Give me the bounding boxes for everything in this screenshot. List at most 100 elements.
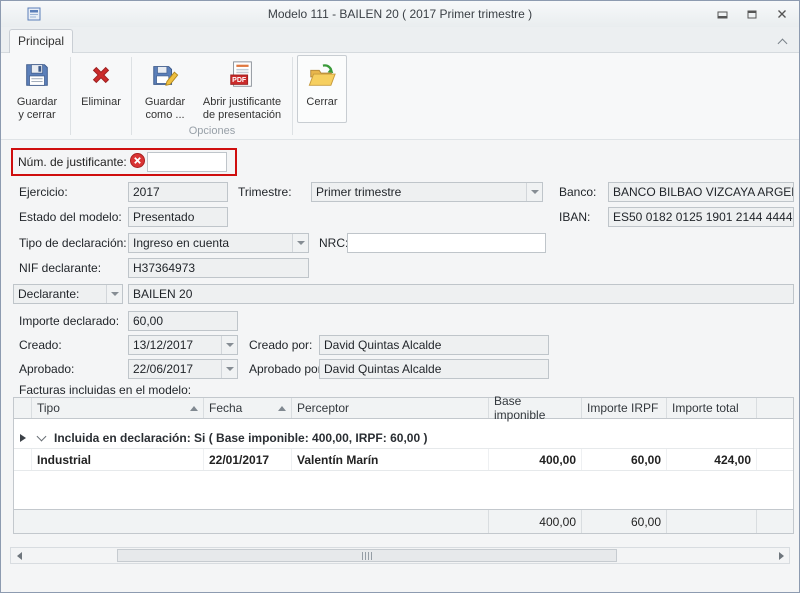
nif-label: NIF declarante: [19,258,101,278]
dropdown-arrow-icon[interactable] [292,234,308,252]
restore-button[interactable] [741,5,763,23]
close-button[interactable] [771,5,793,23]
sort-asc-icon [190,406,198,411]
scroll-right-button[interactable] [773,548,789,563]
save-as-icon [150,60,180,93]
tipo-declaracion-combo[interactable]: Ingreso en cuenta [128,233,309,253]
creado-por-field[interactable]: David Quintas Alcalde [319,335,549,355]
cell-perceptor[interactable]: Valentín Marín [292,449,489,470]
dropdown-arrow-icon[interactable] [526,183,542,201]
grid-header-total[interactable]: Importe total [667,398,757,418]
creado-label: Creado: [19,335,62,355]
ribbon-group-label: Opciones [135,124,289,139]
cell-filler [757,449,793,470]
collapse-group-icon[interactable] [37,431,47,441]
delete-label: Eliminar [81,96,121,109]
declarante-selector[interactable]: Declarante: [13,284,123,304]
grid-header-base[interactable]: Base imponible [489,398,582,418]
facturas-grid: Tipo Fecha Perceptor Base imponible Impo… [13,397,794,534]
grid-header-tipo[interactable]: Tipo [32,398,204,418]
aprobado-value: 22/06/2017 [133,362,193,376]
arrow-left-icon [17,552,22,560]
chevron-up-icon [777,38,787,48]
current-row-indicator [14,427,32,448]
nrc-input[interactable] [347,233,546,253]
header-total-label: Importe total [672,401,739,415]
aprobado-date-picker[interactable]: 22/06/2017 [128,359,238,379]
trimestre-value: Primer trimestre [316,185,401,199]
save-and-close-button[interactable]: Guardar y cerrar [8,55,66,123]
save-as-button[interactable]: Guardar como ... [136,55,194,124]
estado-label: Estado del modelo: [19,207,122,227]
pdf-document-icon: PDF [227,60,257,93]
scroll-left-button[interactable] [11,548,27,563]
ribbon-tabstrip: Principal [1,27,799,53]
dropdown-arrow-icon[interactable] [106,285,122,303]
nrc-label: NRC: [319,233,348,253]
dropdown-arrow-icon[interactable] [221,360,237,378]
tab-principal[interactable]: Principal [9,29,73,53]
minimize-button[interactable] [711,5,733,23]
nif-field[interactable]: H37364973 [128,258,309,278]
creado-value: 13/12/2017 [133,338,193,352]
save-icon [22,60,52,93]
toolbar-separator [70,57,71,135]
header-irpf-label: Importe IRPF [587,401,658,415]
grid-indicator-header [14,398,32,418]
grid-header-fecha[interactable]: Fecha [204,398,292,418]
aprobado-por-field[interactable]: David Quintas Alcalde [319,359,549,379]
scrollbar-thumb[interactable] [117,549,617,562]
window-title: Modelo 111 - BAILEN 20 ( 2017 Primer tri… [1,1,799,27]
num-justificante-input[interactable] [147,152,227,172]
grid-header-irpf[interactable]: Importe IRPF [582,398,667,418]
scrollbar-track[interactable] [27,548,773,563]
row-pointer-icon [20,434,26,442]
ribbon-collapse-button[interactable] [775,35,789,47]
banco-field[interactable]: BANCO BILBAO VIZCAYA ARGENTARIA [608,182,794,202]
open-receipt-button[interactable]: PDF Abrir justificante de presentación [196,55,288,124]
grid-header-row: Tipo Fecha Perceptor Base imponible Impo… [14,398,793,419]
grid-data-row[interactable]: Industrial 22/01/2017 Valentín Marín 400… [14,449,793,471]
creado-por-label: Creado por: [249,335,312,355]
declarante-field[interactable]: BAILEN 20 [128,284,794,304]
grid-group-row[interactable]: Incluida en declaración: Si ( Base impon… [14,427,793,449]
toolbar-separator [131,57,132,135]
cell-fecha[interactable]: 22/01/2017 [204,449,292,470]
iban-field[interactable]: ES50 0182 0125 1901 2144 4444 [608,207,794,227]
app-window: Modelo 111 - BAILEN 20 ( 2017 Primer tri… [0,0,800,593]
cell-total[interactable]: 424,00 [667,449,757,470]
ejercicio-label: Ejercicio: [19,182,68,202]
iban-label: IBAN: [559,207,590,227]
estado-field[interactable]: Presentado [128,207,228,227]
dropdown-arrow-icon[interactable] [221,336,237,354]
horizontal-scrollbar[interactable] [10,547,790,564]
ejercicio-field[interactable]: 2017 [128,182,228,202]
trimestre-combo[interactable]: Primer trimestre [311,182,543,202]
cell-tipo[interactable]: Industrial [32,449,204,470]
cell-irpf[interactable]: 60,00 [582,449,667,470]
row-indicator-cell [14,449,32,470]
titlebar: Modelo 111 - BAILEN 20 ( 2017 Primer tri… [1,1,799,27]
num-justificante-label: Núm. de justificante: [18,155,127,169]
grid-header-perceptor[interactable]: Perceptor [292,398,489,418]
creado-date-picker[interactable]: 13/12/2017 [128,335,238,355]
summary-irpf: 60,00 [582,510,667,533]
save-as-label: Guardar como ... [140,96,190,122]
aprobado-por-label: Aprobado por: [249,359,325,379]
importe-label: Importe declarado: [19,311,119,331]
importe-field[interactable]: 60,00 [128,311,238,331]
header-fecha-label: Fecha [209,401,242,415]
ribbon-toolbar: Guardar y cerrar Eliminar Guardar como .… [1,53,799,140]
grid-spacer [14,419,793,427]
delete-button[interactable]: Eliminar [75,55,127,123]
svg-text:PDF: PDF [232,77,247,84]
close-form-button[interactable]: Cerrar [297,55,347,123]
aprobado-label: Aprobado: [19,359,74,379]
trimestre-label: Trimestre: [238,182,292,202]
delete-x-icon [86,60,116,93]
tipo-declaracion-label: Tipo de declaración: [19,233,127,253]
grid-empty-area [14,471,793,509]
group-row-text: Incluida en declaración: Si ( Base impon… [54,431,427,445]
cell-base[interactable]: 400,00 [489,449,582,470]
summary-base: 400,00 [489,510,582,533]
